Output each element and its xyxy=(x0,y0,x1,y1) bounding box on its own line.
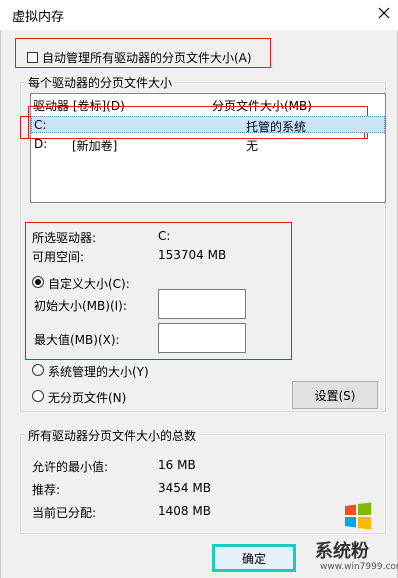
row-size: 托管的系统 xyxy=(246,120,307,134)
totals-legend: 所有驱动器分页文件大小的总数 xyxy=(26,427,199,444)
watermark-url: www.win7999.com xyxy=(320,562,398,572)
set-button[interactable]: 设置(S) xyxy=(292,381,378,409)
row-size: 无 xyxy=(246,139,259,153)
table-row[interactable] xyxy=(31,116,385,133)
row-drive: C: xyxy=(34,118,47,132)
windows-logo-icon xyxy=(344,502,372,530)
custom-size-radio[interactable] xyxy=(32,276,44,288)
per-drive-legend: 每个驱动器的分页文件大小 xyxy=(26,74,175,91)
free-space-value: 153704 MB xyxy=(158,248,227,262)
min-allowed-value: 16 MB xyxy=(158,458,196,472)
auto-manage-label[interactable]: 自动管理所有驱动器的分页文件大小(A) xyxy=(42,49,252,66)
selected-drive-label: 所选驱动器: xyxy=(32,231,97,245)
auto-manage-checkbox[interactable] xyxy=(27,52,38,63)
watermark-name: 系统粉 xyxy=(315,541,369,562)
title-bar: 虚拟内存 xyxy=(0,0,398,30)
window-title: 虚拟内存 xyxy=(12,10,65,25)
row-label: [新加卷] xyxy=(72,139,118,153)
row-drive: D: xyxy=(34,137,48,151)
initial-size-input[interactable] xyxy=(158,289,246,319)
custom-size-label[interactable]: 自定义大小(C): xyxy=(48,275,130,292)
system-managed-radio[interactable] xyxy=(32,364,44,376)
current-allocated-label: 当前已分配: xyxy=(32,506,97,520)
recommended-label: 推荐: xyxy=(32,483,61,497)
no-paging-radio[interactable] xyxy=(32,390,44,402)
min-allowed-label: 允许的最小值: xyxy=(32,460,109,474)
initial-size-label: 初始大小(MB)(I): xyxy=(34,299,127,313)
close-icon xyxy=(378,7,390,19)
selected-drive-value: C: xyxy=(158,229,171,243)
windows-logo-svg xyxy=(345,502,371,530)
max-size-input[interactable] xyxy=(158,323,246,353)
ok-button[interactable]: 确定 xyxy=(212,544,296,572)
system-managed-label[interactable]: 系统管理的大小(Y) xyxy=(48,363,149,380)
free-space-label: 可用空间: xyxy=(32,250,85,264)
max-size-label: 最大值(MB)(X): xyxy=(34,333,120,347)
recommended-value: 3454 MB xyxy=(158,481,211,495)
radio-dot-icon xyxy=(35,279,41,285)
close-button[interactable] xyxy=(372,2,396,24)
current-allocated-value: 1408 MB xyxy=(158,504,211,518)
no-paging-label[interactable]: 无分页文件(N) xyxy=(48,389,126,406)
